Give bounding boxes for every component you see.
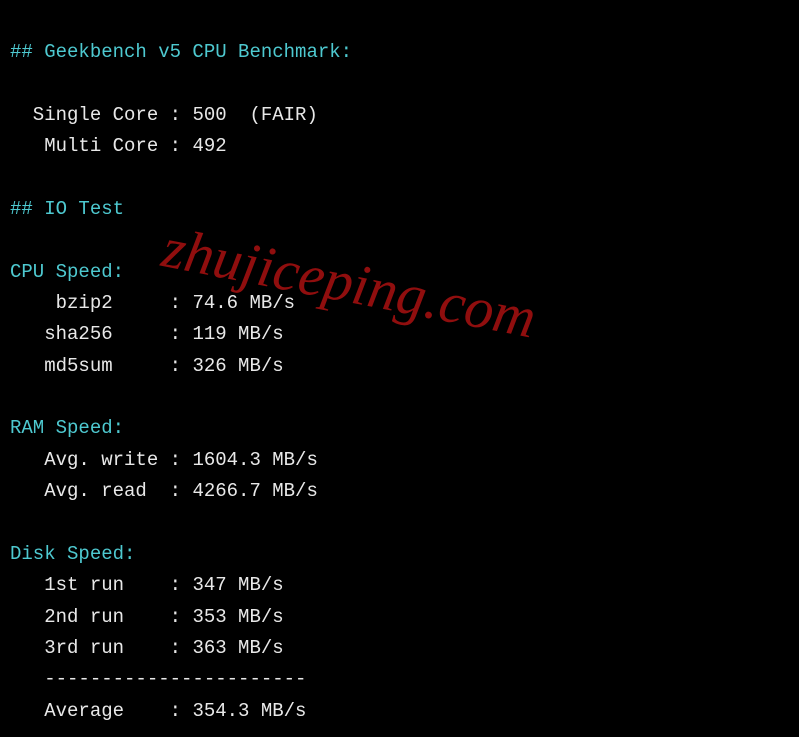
multi-core-value: 492 — [192, 135, 226, 157]
disk-avg-label: Average : — [10, 700, 192, 722]
ram-speed-header: RAM Speed: — [10, 417, 124, 439]
disk-run2-label: 2nd run : — [10, 606, 192, 628]
bzip2-value: 74.6 MB/s — [192, 292, 295, 314]
md5sum-label: md5sum : — [10, 355, 192, 377]
disk-speed-header: Disk Speed: — [10, 543, 135, 565]
cpu-speed-header: CPU Speed: — [10, 261, 124, 283]
ram-write-value: 1604.3 MB/s — [192, 449, 317, 471]
ram-read-value: 4266.7 MB/s — [192, 480, 317, 502]
sha256-label: sha256 : — [10, 323, 192, 345]
disk-run2-value: 353 MB/s — [192, 606, 283, 628]
multi-core-label: Multi Core : — [10, 135, 192, 157]
disk-run1-label: 1st run : — [10, 574, 192, 596]
disk-run1-value: 347 MB/s — [192, 574, 283, 596]
disk-divider: ----------------------- — [10, 668, 306, 690]
sha256-value: 119 MB/s — [192, 323, 283, 345]
io-test-header: ## IO Test — [10, 198, 124, 220]
terminal-output: ## Geekbench v5 CPU Benchmark: Single Co… — [0, 0, 799, 737]
ram-write-label: Avg. write : — [10, 449, 192, 471]
geekbench-header: ## Geekbench v5 CPU Benchmark: — [10, 41, 352, 63]
bzip2-label: bzip2 : — [10, 292, 192, 314]
disk-run3-label: 3rd run : — [10, 637, 192, 659]
md5sum-value: 326 MB/s — [192, 355, 283, 377]
single-core-value: 500 (FAIR) — [192, 104, 317, 126]
disk-run3-value: 363 MB/s — [192, 637, 283, 659]
disk-avg-value: 354.3 MB/s — [192, 700, 306, 722]
single-core-label: Single Core : — [10, 104, 192, 126]
ram-read-label: Avg. read : — [10, 480, 192, 502]
